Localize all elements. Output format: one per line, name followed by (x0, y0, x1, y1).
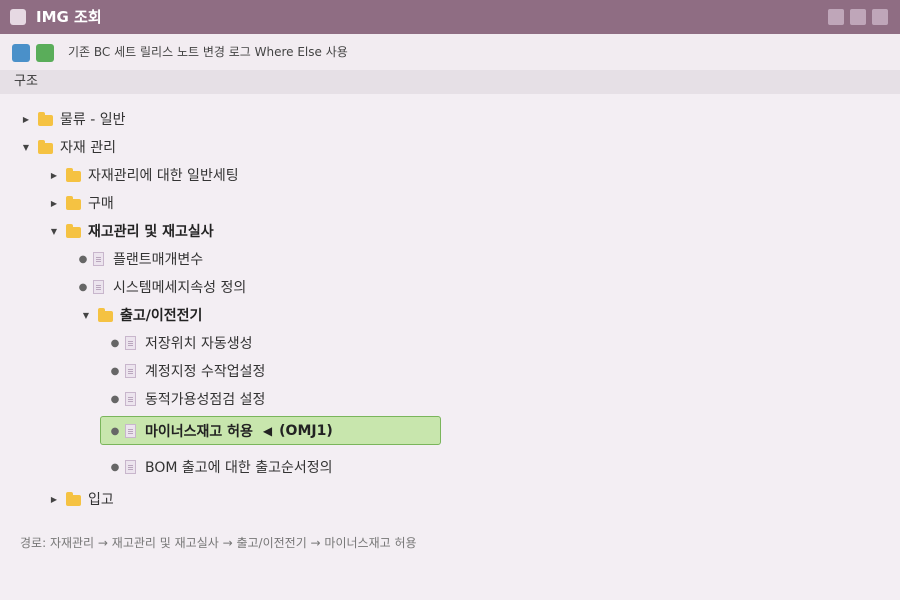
tree-node-label: 저장위치 자동생성 (145, 336, 253, 352)
folder-icon (66, 195, 81, 210)
document-icon (125, 392, 136, 406)
bullet-icon: ● (110, 461, 120, 473)
collapse-arrow-icon[interactable]: ▼ (47, 227, 61, 236)
pointer-arrow-icon: ◀ (262, 424, 273, 438)
tree-node-label: BOM 출고에 대한 출고순서정의 (145, 460, 333, 476)
tree-node-account-assignment[interactable]: ● 계정지정 수작업설정 (108, 360, 265, 382)
folder-icon (38, 139, 53, 154)
bullet-icon: ● (110, 365, 120, 377)
tree-node-label: 입고 (88, 492, 114, 508)
tree-node-label: 자재관리에 대한 일반세팅 (88, 168, 239, 184)
bullet-icon: ● (78, 253, 88, 265)
toolbar: 기존 BC 세트 릴리스 노트 변경 로그 Where Else 사용 (0, 34, 900, 70)
app-icon (10, 9, 26, 25)
window-title: IMG 조회 (36, 8, 102, 26)
expand-arrow-icon[interactable]: ▶ (47, 495, 61, 504)
toolbar-blue-button[interactable] (12, 44, 30, 62)
tree-node-label: 구매 (88, 196, 114, 212)
tree-node-logistics-general[interactable]: ▶ 물류 - 일반 (19, 108, 125, 130)
minimize-button[interactable] (828, 9, 844, 25)
folder-icon (38, 111, 53, 126)
folder-icon (66, 491, 81, 506)
document-icon (125, 460, 136, 474)
tree-node-purchasing[interactable]: ▶ 구매 (47, 192, 114, 214)
bullet-icon: ● (110, 393, 120, 405)
bullet-icon: ● (110, 425, 120, 437)
bullet-icon: ● (110, 337, 120, 349)
bullet-icon: ● (78, 281, 88, 293)
structure-header: 구조 (0, 70, 900, 94)
tree-node-label: 시스템메세지속성 정의 (113, 280, 247, 296)
tree-node-allow-negative-stock[interactable]: ● 마이너스재고 허용 ◀ (OMJ1) (108, 420, 333, 442)
document-icon (93, 252, 104, 266)
collapse-arrow-icon[interactable]: ▼ (19, 143, 33, 152)
tree-node-label: 계정지정 수작업설정 (145, 364, 266, 380)
tree-node-materials-management[interactable]: ▼ 자재 관리 (19, 136, 116, 158)
close-button[interactable] (872, 9, 888, 25)
breadcrumb-path: 경로: 자재관리 → 재고관리 및 재고실사 → 출고/이전전기 → 마이너스재… (20, 536, 417, 550)
document-icon (125, 424, 136, 438)
maximize-button[interactable] (850, 9, 866, 25)
tree-node-auto-storage-location[interactable]: ● 저장위치 자동생성 (108, 332, 253, 354)
folder-icon (66, 167, 81, 182)
tree-node-system-message-attributes[interactable]: ● 시스템메세지속성 정의 (76, 276, 246, 298)
tree-node-label: 자재 관리 (60, 140, 116, 156)
tree-node-label: 마이너스재고 허용 (145, 424, 253, 440)
expand-arrow-icon[interactable]: ▶ (47, 199, 61, 208)
expand-arrow-icon[interactable]: ▶ (47, 171, 61, 180)
tree-node-label: 플랜트매개변수 (113, 252, 204, 268)
tree-node-bom-issue-sequence[interactable]: ● BOM 출고에 대한 출고순서정의 (108, 456, 333, 478)
folder-icon (66, 223, 81, 238)
folder-icon (98, 307, 113, 322)
tree-node-goods-receipt[interactable]: ▶ 입고 (47, 488, 114, 510)
tree-node-label: 동적가용성점검 설정 (145, 392, 266, 408)
collapse-arrow-icon[interactable]: ▼ (79, 311, 93, 320)
document-icon (125, 336, 136, 350)
toolbar-menu-text[interactable]: 기존 BC 세트 릴리스 노트 변경 로그 Where Else 사용 (68, 34, 348, 70)
tree-node-general-settings[interactable]: ▶ 자재관리에 대한 일반세팅 (47, 164, 239, 186)
structure-label: 구조 (14, 74, 38, 89)
toolbar-green-button[interactable] (36, 44, 54, 62)
tree-node-dynamic-availability[interactable]: ● 동적가용성점검 설정 (108, 388, 265, 410)
transaction-code: (OMJ1) (279, 423, 333, 439)
tree-node-label: 물류 - 일반 (60, 112, 126, 128)
title-bar: IMG 조회 (0, 0, 900, 34)
tree-node-plant-parameters[interactable]: ● 플랜트매개변수 (76, 248, 203, 270)
document-icon (125, 364, 136, 378)
expand-arrow-icon[interactable]: ▶ (19, 115, 33, 124)
tree-node-goods-issue-transfer[interactable]: ▼ 출고/이전전기 (79, 304, 202, 326)
tree-node-inventory-management[interactable]: ▼ 재고관리 및 재고실사 (47, 220, 214, 242)
document-icon (93, 280, 104, 294)
tree-node-label: 출고/이전전기 (120, 308, 203, 324)
tree-node-label: 재고관리 및 재고실사 (88, 224, 214, 240)
